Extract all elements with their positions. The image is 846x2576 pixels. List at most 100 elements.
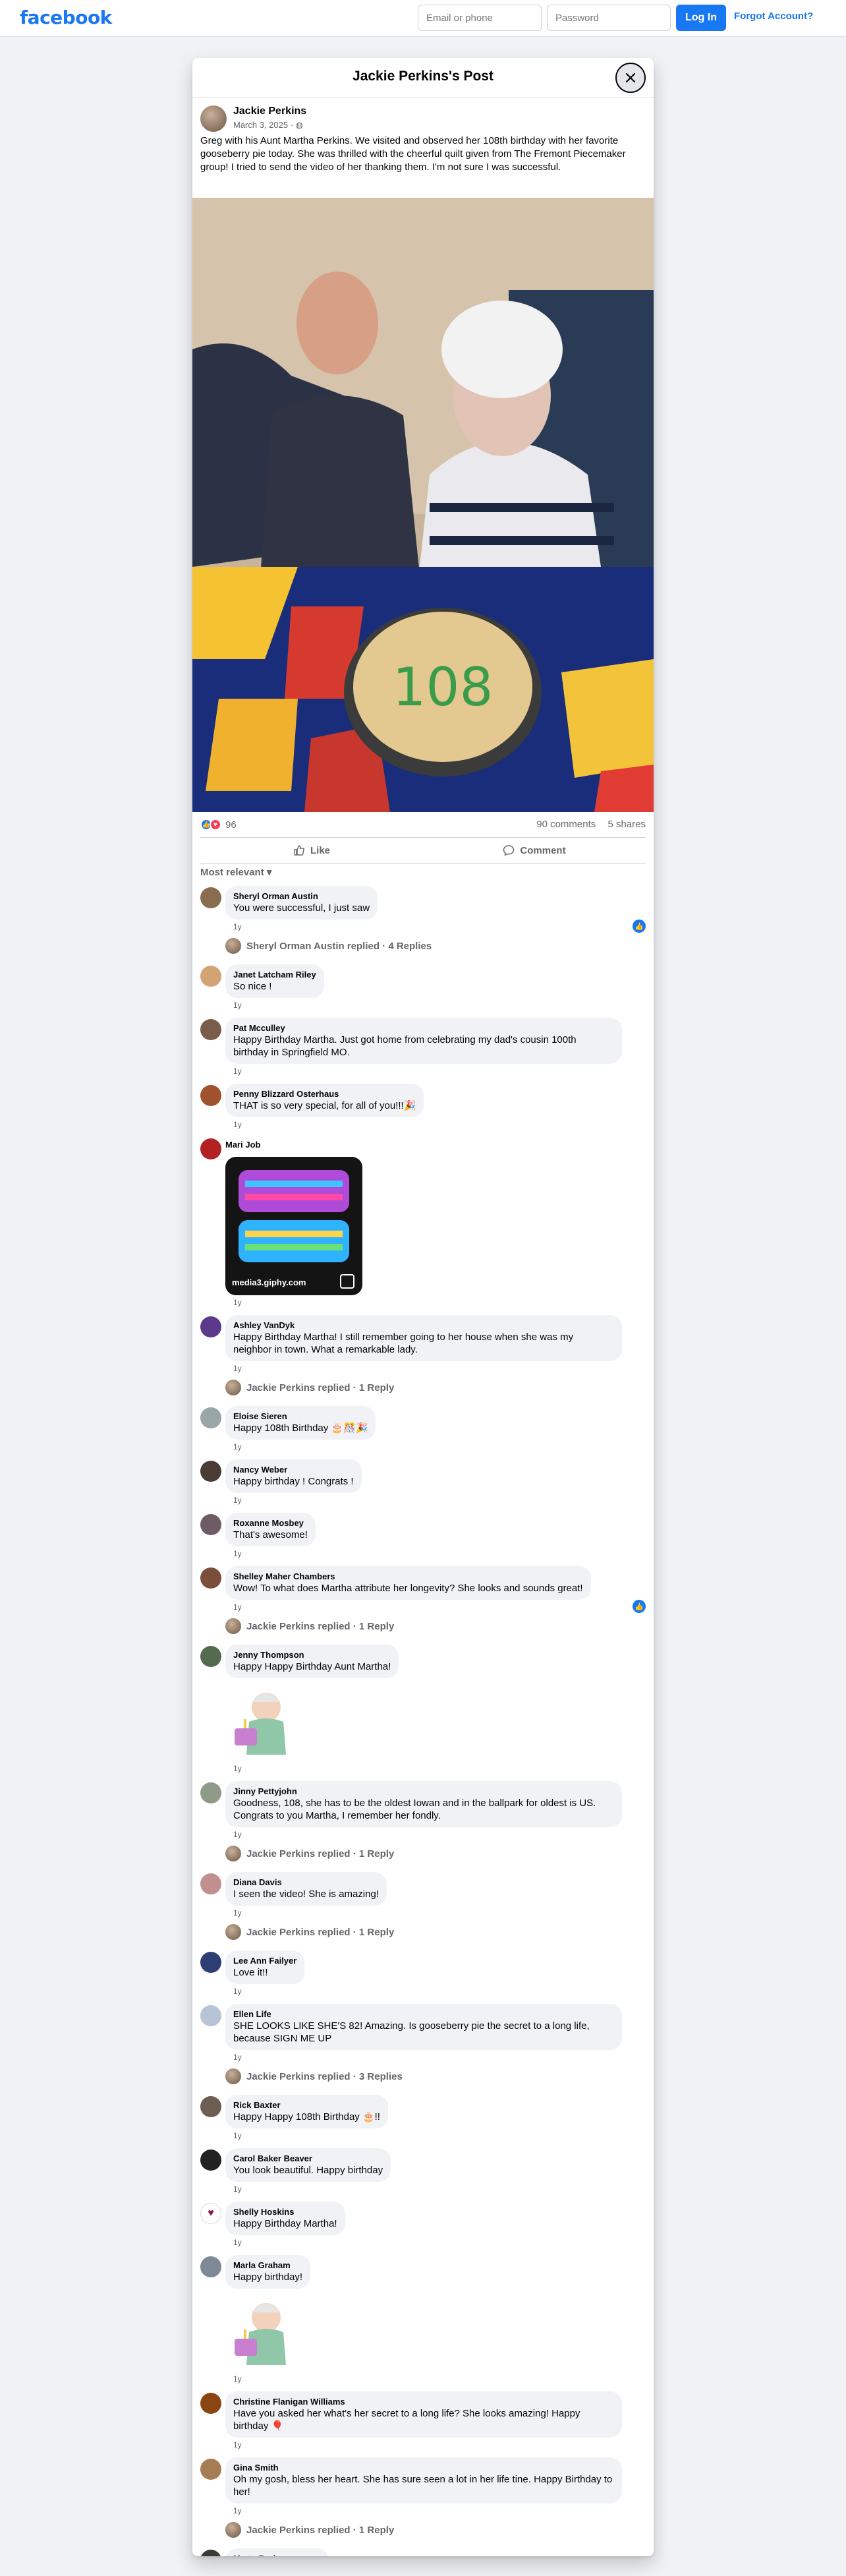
comment-time[interactable]: 1y xyxy=(233,1987,242,1996)
commenter-avatar[interactable] xyxy=(200,1019,221,1040)
commenter-avatar[interactable] xyxy=(200,2550,221,2556)
comment-time[interactable]: 1y xyxy=(233,1830,242,1839)
open-external-icon[interactable] xyxy=(340,1274,354,1289)
forgot-account-link[interactable]: Forgot Account? xyxy=(734,11,813,22)
commenter-name[interactable]: Carol Baker Beaver xyxy=(233,2153,383,2164)
commenter-avatar[interactable] xyxy=(200,2150,221,2171)
comment-time[interactable]: 1y xyxy=(233,2506,242,2515)
commenter-avatar[interactable] xyxy=(200,2005,221,2026)
login-button[interactable]: Log In xyxy=(676,5,726,31)
comment-time[interactable]: 1y xyxy=(233,2053,242,2062)
comment-time[interactable]: 1y xyxy=(233,1764,242,1773)
comment-button[interactable]: Comment xyxy=(423,838,646,863)
view-replies-link[interactable]: Jackie Perkins replied · 1 Reply xyxy=(225,2521,646,2546)
commenter-avatar[interactable] xyxy=(200,2459,221,2480)
commenter-avatar[interactable] xyxy=(200,966,221,987)
commenter-name[interactable]: Christine Flanigan Williams xyxy=(233,2397,614,2407)
commenter-avatar[interactable] xyxy=(200,1873,221,1894)
facebook-logo[interactable]: facebook xyxy=(20,7,112,28)
author-name[interactable]: Jackie Perkins xyxy=(233,105,306,117)
commenter-avatar[interactable] xyxy=(200,1952,221,1973)
comment-sticker[interactable] xyxy=(225,2293,298,2372)
comment: Rick Baxter Happy Happy 108th Birthday 🎂!… xyxy=(200,2095,646,2146)
comment-time[interactable]: 1y xyxy=(233,922,242,931)
author-avatar[interactable] xyxy=(200,105,227,132)
comment-meta: 1y xyxy=(225,1440,646,1457)
comment-time[interactable]: 1y xyxy=(233,2131,242,2140)
comment-time[interactable]: 1y xyxy=(233,2184,242,2194)
view-replies-link[interactable]: Jackie Perkins replied · 1 Reply xyxy=(225,1844,646,1869)
commenter-name[interactable]: Eloise Sieren xyxy=(233,1411,368,1422)
commenter-avatar[interactable] xyxy=(200,1782,221,1803)
commenter-name[interactable]: Gina Smith xyxy=(233,2463,614,2473)
commenter-name[interactable]: Jenny Thompson xyxy=(233,1650,391,1660)
view-replies-link[interactable]: Jackie Perkins replied · 1 Reply xyxy=(225,1378,646,1403)
comment-time[interactable]: 1y xyxy=(233,1001,242,1010)
commenter-avatar[interactable] xyxy=(200,1138,221,1159)
email-field[interactable] xyxy=(418,5,542,31)
commenter-avatar[interactable] xyxy=(200,887,221,908)
commenter-avatar[interactable] xyxy=(200,1461,221,1482)
close-button[interactable] xyxy=(615,63,646,93)
comment-time[interactable]: 1y xyxy=(233,1120,242,1129)
commenter-name[interactable]: Ellen Life xyxy=(233,2009,614,2020)
commenter-avatar[interactable] xyxy=(200,1407,221,1428)
comments-list: Sheryl Orman Austin You were successful, … xyxy=(200,886,646,2556)
comment: Christine Flanigan Williams Have you aske… xyxy=(200,2391,646,2455)
commenter-avatar[interactable] xyxy=(200,1316,221,1337)
commenter-name[interactable]: Nancy Weber xyxy=(233,1465,354,1475)
commenter-name[interactable]: Roxanne Mosbey xyxy=(233,1518,308,1529)
comment-time[interactable]: 1y xyxy=(233,1496,242,1505)
commenter-avatar[interactable] xyxy=(200,2096,221,2117)
commenter-name[interactable]: Lee Ann Failyer xyxy=(233,1956,296,1966)
like-badge-icon[interactable]: 👍 xyxy=(633,920,646,933)
comment-sticker[interactable] xyxy=(225,1682,298,1761)
commenter-avatar[interactable] xyxy=(200,1567,221,1589)
commenter-name[interactable]: Sheryl Orman Austin xyxy=(233,891,370,902)
view-replies-link[interactable]: Jackie Perkins replied · 3 Replies xyxy=(225,2067,646,2092)
commenter-name[interactable]: Diana Davis xyxy=(233,1877,379,1888)
comment-time[interactable]: 1y xyxy=(233,1442,242,1451)
comment-count[interactable]: 90 comments xyxy=(536,819,596,830)
commenter-avatar[interactable] xyxy=(200,1085,221,1106)
comment-time[interactable]: 1y xyxy=(233,1908,242,1917)
commenter-name[interactable]: Marty Burke xyxy=(233,2554,321,2556)
comment-time[interactable]: 1y xyxy=(233,2374,242,2384)
commenter-avatar[interactable] xyxy=(200,2393,221,2414)
comment-time[interactable]: 1y xyxy=(233,1364,242,1373)
comment-time[interactable]: 1y xyxy=(233,1549,242,1558)
post-date[interactable]: March 3, 2025 · ◍ xyxy=(233,120,303,131)
view-replies-link[interactable]: Sheryl Orman Austin replied · 4 Replies xyxy=(225,937,646,962)
comment-time[interactable]: 1y xyxy=(233,1067,242,1076)
commenter-name[interactable]: Ashley VanDyk xyxy=(233,1320,614,1331)
commenter-avatar[interactable] xyxy=(200,1514,221,1535)
commenter-name[interactable]: Shelly Hoskins xyxy=(233,2207,337,2217)
like-button[interactable]: Like xyxy=(200,838,423,863)
commenter-name[interactable]: Marla Graham xyxy=(233,2260,302,2271)
reactions-summary[interactable]: 👍 ♥ 96 xyxy=(200,819,237,831)
commenter-name[interactable]: Rick Baxter xyxy=(233,2100,380,2111)
post-photo[interactable]: 108 xyxy=(192,198,654,812)
commenter-name[interactable]: Jinny Pettyjohn xyxy=(233,1786,614,1797)
view-replies-link[interactable]: Jackie Perkins replied · 1 Reply xyxy=(225,1617,646,1642)
comment-time[interactable]: 1y xyxy=(233,2440,242,2449)
comment-sort-dropdown[interactable]: Most relevant ▾ xyxy=(200,866,271,878)
commenter-avatar[interactable]: ♥ xyxy=(200,2203,221,2224)
commenter-name[interactable]: Mari Job xyxy=(225,1140,260,1150)
comment-time[interactable]: 1y xyxy=(233,2238,242,2247)
commenter-name[interactable]: Penny Blizzard Osterhaus xyxy=(233,1089,416,1099)
like-badge-icon[interactable]: 👍 xyxy=(633,1600,646,1613)
replier-avatar xyxy=(225,2068,241,2084)
comment-meta: 1y xyxy=(225,998,646,1015)
commenter-avatar[interactable] xyxy=(200,1646,221,1667)
share-count[interactable]: 5 shares xyxy=(607,819,646,830)
comment-time[interactable]: 1y xyxy=(233,1298,242,1307)
password-field[interactable] xyxy=(547,5,671,31)
comment-time[interactable]: 1y xyxy=(233,1602,242,1612)
commenter-name[interactable]: Pat Mcculley xyxy=(233,1023,614,1034)
comment-gif[interactable]: media3.giphy.com xyxy=(225,1157,362,1295)
commenter-name[interactable]: Janet Latcham Riley xyxy=(233,970,316,980)
view-replies-link[interactable]: Jackie Perkins replied · 1 Reply xyxy=(225,1923,646,1948)
commenter-name[interactable]: Shelley Maher Chambers xyxy=(233,1571,583,1582)
commenter-avatar[interactable] xyxy=(200,2256,221,2277)
